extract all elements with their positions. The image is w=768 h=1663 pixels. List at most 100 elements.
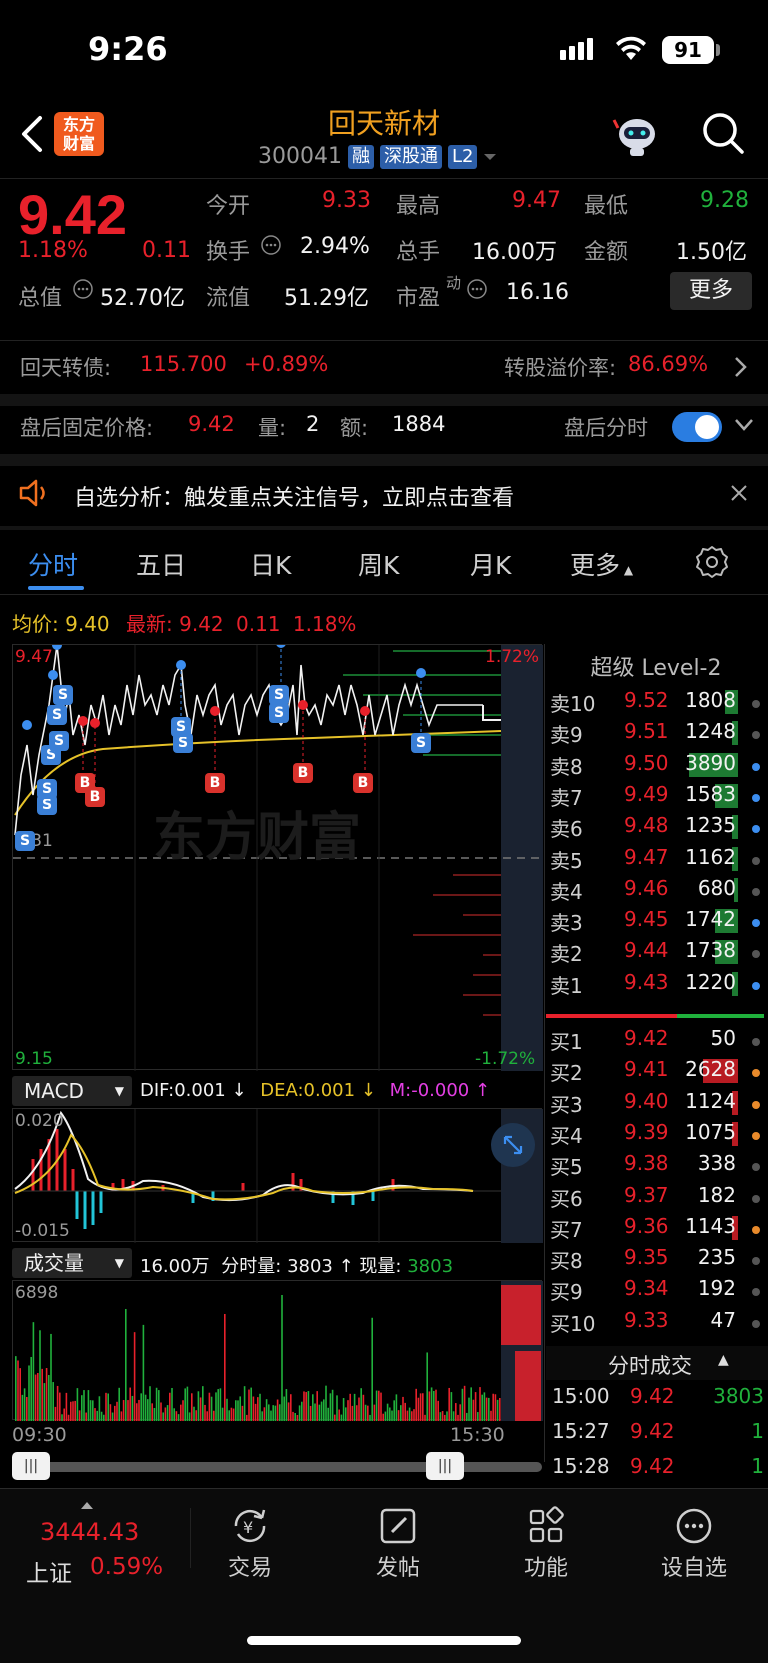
sell-signal-badge[interactable]: S [411,733,431,753]
sell-signal-badge[interactable]: S [47,705,67,725]
bid-level-row[interactable]: 买7 9.36 1143 [548,1214,768,1245]
convertible-bond-row[interactable]: 回天转债: 115.700 +0.89% 转股溢价率: 86.69% [0,352,768,388]
tab-daily-k[interactable]: 日K [250,546,291,582]
ask-level-row[interactable]: 卖1 9.43 1220 [548,970,768,1001]
ask-level-row[interactable]: 卖10 9.52 1808 [548,688,768,719]
expand-chart-button[interactable] [491,1123,535,1167]
bid-level-row[interactable]: 买10 9.33 47 [548,1308,768,1339]
nav-functions[interactable]: 功能 [486,1506,606,1582]
sell-signal-badge[interactable]: S [15,831,35,851]
trade-volume: 1 [751,1419,764,1443]
volume-bar [43,1383,46,1421]
bid-level-row[interactable]: 买5 9.38 338 [548,1151,768,1182]
sell-signal-badge[interactable]: S [269,703,289,723]
settings-gear-icon[interactable] [694,544,730,580]
slider-handle-left[interactable]: ||| [12,1452,50,1480]
ask-level-row[interactable]: 卖7 9.49 1583 [548,782,768,813]
info-icon[interactable] [72,278,94,300]
sell-signal-badge[interactable]: S [49,731,69,751]
bid-level-label: 买4 [550,1123,583,1148]
pe-superscript: 动 [446,274,462,292]
macd-selector[interactable]: MACD ▼ [12,1076,132,1106]
trades-header[interactable]: 分时成交 ▲ [546,1346,768,1380]
level2-title[interactable]: 超级 Level-2 [544,650,768,682]
now-vol-label: 现量: [359,1256,402,1277]
buy-signal-badge[interactable]: B [85,787,105,807]
volume-chart-svg [15,1281,543,1421]
stock-code-line[interactable]: 300041 融 深股通 L2 [258,144,497,169]
search-icon[interactable] [700,110,746,156]
nav-post[interactable]: 发帖 [338,1506,458,1582]
ask-level-row[interactable]: 卖6 9.48 1235 [548,813,768,844]
tab-monthly-k[interactable]: 月K [470,546,511,582]
volume-bar [232,1408,235,1421]
expand-up-icon[interactable] [80,1500,94,1510]
ask-level-row[interactable]: 卖2 9.44 1738 [548,938,768,969]
volume-bar [364,1404,367,1421]
bid-level-row[interactable]: 买2 9.41 2628 [548,1057,768,1088]
info-icon[interactable] [466,278,488,300]
tab-weekly-k[interactable]: 周K [358,546,399,582]
volume-bar [268,1404,270,1421]
pct-axis-top: 1.72% [485,647,540,667]
bid-level-row[interactable]: 买9 9.34 192 [548,1276,768,1307]
buy-signal-badge[interactable]: B [293,763,313,783]
bid-level-label: 买6 [550,1186,583,1211]
bid-level-row[interactable]: 买8 9.35 235 [548,1245,768,1276]
nav-add-watchlist[interactable]: 设自选 [634,1506,754,1582]
volume-bar [17,1360,19,1421]
afterhours-toggle-label: 盘后分时 [564,416,648,440]
sell-signal-badge[interactable]: S [171,717,191,737]
sell-signal-badge[interactable]: S [269,685,289,705]
bid-level-row[interactable]: 买6 9.37 182 [548,1183,768,1214]
ask-level-row[interactable]: 卖3 9.45 1742 [548,907,768,938]
premium-value: 86.69% [628,352,709,376]
close-icon[interactable] [730,484,748,502]
volume-chart[interactable]: 6898 [12,1280,543,1421]
speaker-icon [19,479,45,507]
afterhours-vol: 2 [306,412,320,436]
chevron-down-icon[interactable] [734,418,754,432]
order-flag-dot [752,919,760,928]
volume-selector[interactable]: 成交量 ▼ [12,1248,132,1278]
ask-volume: 1248 [685,719,736,744]
index-name[interactable]: 上证 [26,1554,72,1588]
macd-chart[interactable]: 0.020 -0.015 [12,1108,543,1243]
info-icon[interactable] [260,234,282,256]
slider-handle-right[interactable]: ||| [426,1452,464,1480]
bid-level-row[interactable]: 买1 9.42 50 [548,1026,768,1057]
sell-signal-badge[interactable]: S [37,779,57,799]
bid-price: 9.42 [624,1026,669,1050]
nav-trade[interactable]: ¥ 交易 [190,1506,310,1582]
volume-bar [342,1398,345,1421]
chevron-right-icon [735,357,747,377]
volume-bar [389,1407,391,1421]
volume-header: 成交量 ▼ 16.00万 分时量: 3803 ↑ 现量: 3803 [12,1244,542,1280]
buy-signal-badge[interactable]: B [353,773,373,793]
volume-bar [435,1389,437,1421]
turnover-value: 2.94% [300,234,370,259]
bid-level-row[interactable]: 买3 9.40 1124 [548,1089,768,1120]
volume-bar [173,1408,175,1421]
ask-level-row[interactable]: 卖8 9.50 3890 [548,751,768,782]
sell-signal-badge[interactable]: S [53,685,73,705]
volume-bar [160,1402,162,1421]
macd-m: M:-0.000 [389,1080,470,1101]
volume-bar [98,1396,101,1421]
buy-signal-badge[interactable]: B [205,773,225,793]
volume-bar [30,1356,32,1421]
bid-level-row[interactable]: 买4 9.39 1075 [548,1120,768,1151]
tab-intraday[interactable]: 分时 [28,546,78,582]
intraday-price-chart[interactable]: 东方财富 9.47 9.31 9.15 1.72% -1.72% SSSSSSS… [12,644,543,1071]
ask-level-row[interactable]: 卖9 9.51 1248 [548,719,768,750]
volume-bar [41,1368,43,1421]
tab-five-day[interactable]: 五日 [136,546,186,582]
volume-bar [380,1392,382,1421]
tab-more[interactable]: 更多 ▲ [570,546,633,582]
robot-assistant-icon[interactable] [612,110,662,160]
afterhours-toggle[interactable] [672,412,722,442]
ask-level-row[interactable]: 卖4 9.46 680 [548,876,768,907]
more-button[interactable]: 更多 [670,272,752,310]
ask-level-row[interactable]: 卖5 9.47 1162 [548,845,768,876]
notice-banner[interactable]: 自选分析：触发重点关注信号，立即点击查看 [0,470,768,522]
